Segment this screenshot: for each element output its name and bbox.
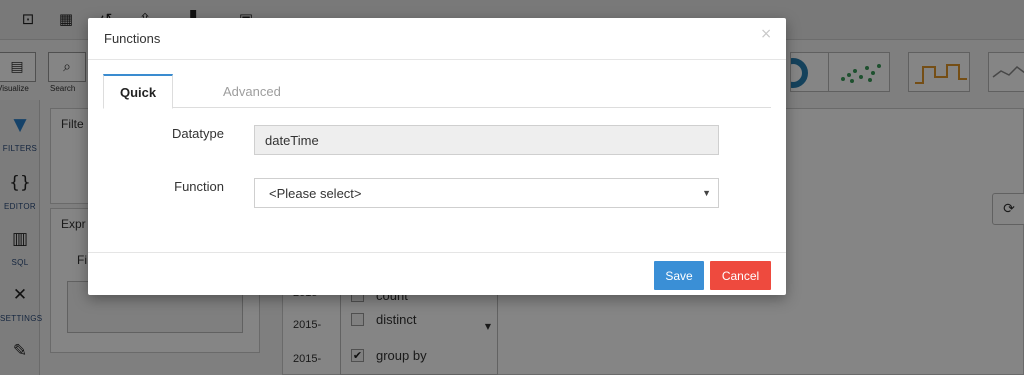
- cancel-button[interactable]: Cancel: [710, 261, 771, 290]
- tab-quick[interactable]: Quick: [103, 74, 174, 109]
- dialog-footer: Save Cancel: [88, 252, 786, 295]
- datatype-field: dateTime: [254, 125, 719, 155]
- save-button[interactable]: Save: [654, 261, 704, 290]
- function-select[interactable]: <Please select> ▼: [254, 178, 719, 208]
- datatype-label: Datatype: [171, 126, 224, 141]
- dialog-header: Functions ×: [88, 18, 786, 60]
- function-select-value: <Please select>: [269, 185, 362, 201]
- dialog-tabs: Quick Advanced: [103, 74, 771, 109]
- tab-advanced[interactable]: Advanced: [207, 74, 297, 108]
- datatype-value: dateTime: [265, 132, 319, 148]
- close-icon[interactable]: ×: [760, 26, 772, 42]
- chevron-down-icon: ▼: [702, 188, 711, 198]
- function-label: Function: [174, 179, 224, 194]
- functions-dialog: Functions × Quick Advanced Datatype date…: [88, 18, 786, 295]
- dialog-title: Functions: [104, 31, 161, 46]
